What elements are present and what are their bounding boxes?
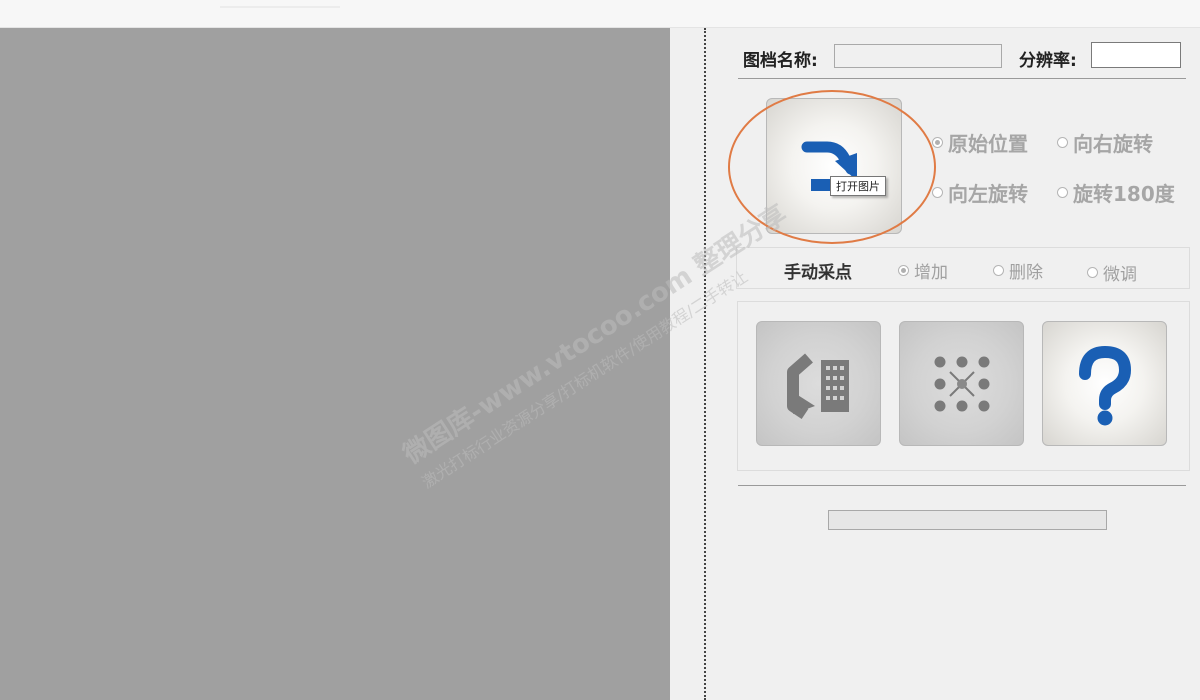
resolution-field[interactable]: [1091, 42, 1181, 68]
radio-label-left: 向左旋转: [948, 182, 1028, 206]
highlight-circle: [728, 90, 936, 244]
resolution-label: 分辨率:: [1019, 51, 1077, 71]
help-question-icon: [1079, 345, 1132, 426]
title-bar: [0, 0, 1200, 28]
radio-dot-left: [932, 187, 943, 198]
radio-dot-180: [1057, 187, 1068, 198]
radio-label-180: 旋转180度: [1073, 182, 1175, 206]
file-name-label: 图档名称:: [743, 51, 818, 71]
radio-dot-delete: [993, 265, 1004, 276]
radio-rotate-180[interactable]: 旋转180度: [1057, 178, 1175, 207]
help-button[interactable]: [1042, 321, 1167, 446]
radio-dot-finetune: [1087, 267, 1098, 278]
radio-label-delete: 删除: [1009, 263, 1043, 283]
radio-label-original: 原始位置: [948, 132, 1028, 156]
convert-to-grid-icon: [787, 353, 849, 419]
radio-rotate-right[interactable]: 向右旋转: [1057, 128, 1153, 157]
bottom-divider: [738, 485, 1186, 486]
calibration-button[interactable]: [899, 321, 1024, 446]
file-name-field[interactable]: [834, 44, 1002, 68]
header-divider: [738, 78, 1186, 79]
progress-bar: [828, 510, 1107, 530]
radio-add-point[interactable]: 增加: [898, 258, 948, 283]
convert-button[interactable]: [756, 321, 881, 446]
radio-dot-right: [1057, 137, 1068, 148]
radio-original-position[interactable]: 原始位置: [932, 128, 1028, 157]
tab-strip-line: [220, 6, 340, 8]
manual-points-label: 手动采点: [784, 263, 852, 283]
radio-fine-tune[interactable]: 微调: [1087, 260, 1137, 285]
radio-label-right: 向右旋转: [1073, 132, 1153, 156]
image-canvas[interactable]: [0, 28, 670, 700]
splitter-dashed-line: [704, 28, 706, 700]
dot-grid-calibration-icon: [934, 356, 990, 412]
radio-dot-original: [932, 137, 943, 148]
radio-label-add: 增加: [914, 263, 948, 283]
radio-delete-point[interactable]: 删除: [993, 258, 1043, 283]
control-panel: 图档名称: 分辨率: 打开图片 原始位置 向右旋转 向左旋转 旋转180度 手动…: [708, 28, 1200, 700]
radio-rotate-left[interactable]: 向左旋转: [932, 178, 1028, 207]
panel-splitter[interactable]: [670, 28, 706, 700]
radio-dot-add: [898, 265, 909, 276]
radio-label-finetune: 微调: [1103, 265, 1137, 285]
